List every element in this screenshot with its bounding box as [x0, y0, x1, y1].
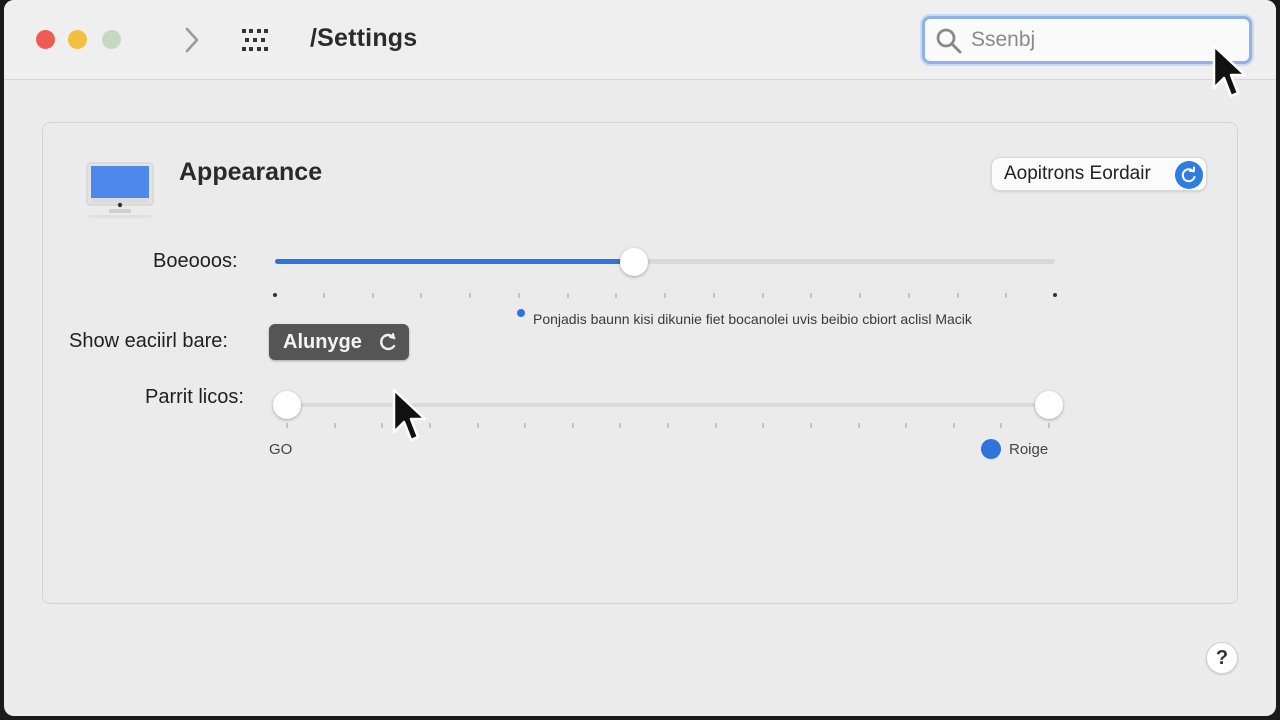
slider-tick: [566, 293, 569, 298]
row1-slider-fill: [275, 259, 634, 264]
slider-tick: [1053, 293, 1057, 297]
slider-tick: [333, 423, 336, 428]
slider-tick: [762, 423, 765, 428]
options-button-label: Aopitrons Eordair: [1004, 163, 1151, 184]
slider-tick: [615, 293, 618, 298]
refresh-icon: [1175, 161, 1203, 189]
slider-tick: [1000, 423, 1003, 428]
row3-label: Parrit licos:: [145, 386, 244, 408]
slider-tick: [810, 293, 813, 298]
search-icon: [936, 28, 962, 54]
row3-slider-ticks: [286, 423, 1050, 431]
range-max-dot: [981, 439, 1001, 459]
slider-tick: [420, 293, 423, 298]
row2-label: Show eaciirl bare:: [69, 330, 228, 352]
slider-tick: [664, 293, 666, 298]
slider-tick: [667, 423, 669, 428]
search-input[interactable]: [971, 25, 1241, 55]
slider-tick: [907, 293, 910, 298]
slider-tick: [381, 423, 384, 428]
show-all-button[interactable]: [240, 26, 270, 54]
help-button[interactable]: ?: [1206, 642, 1238, 674]
section-title: Appearance: [179, 158, 323, 186]
slider-tick: [571, 423, 574, 428]
range-max-label: Roige: [1009, 441, 1049, 458]
minimize-window-button[interactable]: [68, 30, 87, 49]
window-title: /Settings: [310, 24, 418, 52]
slider-tick: [476, 423, 479, 428]
slider-tick: [1005, 293, 1008, 298]
slider-tick: [952, 423, 955, 428]
slider-tick: [524, 423, 527, 428]
row1-label: Boeooos:: [153, 250, 238, 272]
zoom-window-button[interactable]: [102, 30, 121, 49]
monitor-icon: [86, 162, 154, 218]
chevron-right-icon: [185, 27, 199, 53]
row3-range-slider[interactable]: [273, 391, 1063, 419]
slider-tick: [761, 293, 764, 298]
chevron-updown-icon: [380, 333, 396, 351]
row2-popup-button[interactable]: Alunyge: [269, 324, 409, 360]
slider-tick: [517, 293, 520, 298]
settings-window: /Settings Appearance Aopitrons Eordair: [4, 0, 1276, 716]
slider-tick: [714, 423, 717, 428]
slider-tick: [322, 293, 325, 298]
slider-tick: [956, 293, 959, 298]
close-window-button[interactable]: [36, 30, 55, 49]
hint-dot: [517, 309, 525, 317]
slider-tick: [809, 423, 812, 428]
forward-button[interactable]: [180, 24, 204, 56]
slider-tick: [371, 293, 374, 298]
row3-slider-low-thumb[interactable]: [273, 391, 301, 419]
title-bar: /Settings: [4, 0, 1276, 80]
slider-tick: [905, 423, 908, 428]
row1-hint: Ponjadis baunn kisi dikunie fiet bocanol…: [533, 311, 972, 327]
search-field[interactable]: [922, 16, 1252, 64]
slider-tick: [712, 293, 715, 298]
appearance-panel: Appearance Aopitrons Eordair Boeooos: Po…: [42, 122, 1238, 604]
options-button[interactable]: Aopitrons Eordair: [991, 157, 1207, 191]
row3-slider-track: [273, 403, 1063, 407]
slider-tick: [859, 293, 861, 298]
row3-slider-high-thumb[interactable]: [1035, 391, 1063, 419]
slider-tick: [469, 293, 471, 298]
row1-slider-ticks: [273, 293, 1057, 301]
slider-tick: [1048, 423, 1050, 428]
slider-tick: [619, 423, 622, 428]
slider-tick: [857, 423, 860, 428]
row1-slider[interactable]: [275, 248, 1055, 276]
grid-icon: [242, 29, 268, 51]
row2-popup-value: Alunyge: [283, 330, 362, 353]
slider-tick: [286, 423, 288, 428]
slider-tick: [428, 423, 431, 428]
range-min-label: GO: [269, 441, 293, 458]
row1-slider-thumb[interactable]: [619, 248, 648, 276]
slider-tick: [273, 293, 277, 297]
